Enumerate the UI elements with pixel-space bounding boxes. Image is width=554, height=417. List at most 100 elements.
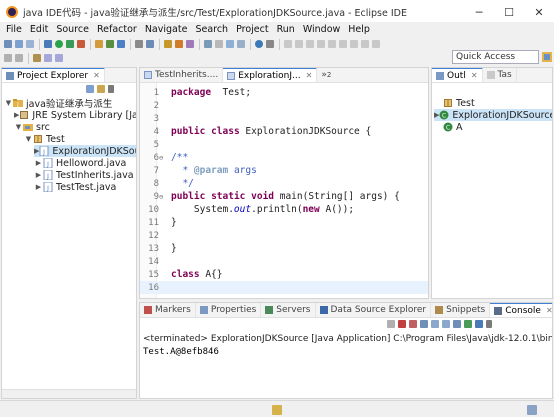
code-line[interactable]: 9 ⊖ public static void main(String[] args)… bbox=[140, 190, 428, 203]
save-all-icon[interactable] bbox=[26, 40, 34, 48]
new-class-icon[interactable] bbox=[117, 40, 125, 48]
outline-item[interactable]: ▶ C ExplorationJDKSource bbox=[434, 109, 552, 121]
close-icon[interactable]: ✕ bbox=[546, 306, 552, 315]
quick-access-input[interactable]: Quick Access bbox=[452, 50, 539, 64]
code-line[interactable]: 14 bbox=[140, 255, 428, 268]
outline-item[interactable]: Test bbox=[434, 97, 552, 109]
fold-toggle-icon[interactable]: ⊖ bbox=[159, 154, 165, 162]
close-icon[interactable]: ✕ bbox=[306, 71, 313, 80]
step-return-icon[interactable] bbox=[361, 40, 369, 48]
new-icon[interactable] bbox=[4, 40, 12, 48]
open-console-icon[interactable] bbox=[474, 320, 483, 328]
status-tasks-icon[interactable] bbox=[272, 405, 282, 415]
tab-tasks[interactable]: Tas bbox=[483, 68, 517, 82]
code-line[interactable]: 6 ⊖ /** bbox=[140, 151, 428, 164]
chevron-down-icon[interactable]: ▼ bbox=[14, 123, 23, 131]
open-type-icon[interactable] bbox=[135, 40, 143, 48]
tab-explorationjdk[interactable]: ExplorationJ... ✕ bbox=[223, 68, 318, 82]
menu-help[interactable]: Help bbox=[348, 24, 370, 35]
scroll-lock-icon[interactable] bbox=[430, 320, 439, 328]
pin-console-icon[interactable] bbox=[452, 320, 461, 328]
menu-refactor[interactable]: Refactor bbox=[97, 24, 137, 35]
debug-icon[interactable] bbox=[44, 40, 52, 48]
minimize-button[interactable]: ─ bbox=[464, 0, 494, 24]
remove-launch-icon[interactable] bbox=[397, 320, 406, 328]
menu-run[interactable]: Run bbox=[277, 24, 295, 35]
tab-overflow[interactable]: » 2 bbox=[317, 68, 335, 82]
tab-snippets[interactable]: Snippets bbox=[431, 303, 491, 317]
tab-markers[interactable]: Markers bbox=[140, 303, 196, 317]
annotation-icon[interactable] bbox=[186, 40, 194, 48]
show-whitespace-icon[interactable] bbox=[237, 40, 245, 48]
menu-source[interactable]: Source bbox=[56, 24, 89, 35]
code-line[interactable]: 8 */ bbox=[140, 177, 428, 190]
step-over-icon[interactable] bbox=[350, 40, 358, 48]
code-line[interactable]: 12 bbox=[140, 229, 428, 242]
save-icon[interactable] bbox=[15, 40, 23, 48]
code-line[interactable]: 1 package Test; bbox=[140, 86, 428, 99]
last-edit-icon[interactable] bbox=[33, 54, 41, 62]
code-line[interactable]: 15 class A{} bbox=[140, 268, 428, 281]
view-menu-icon[interactable] bbox=[107, 85, 114, 93]
tab-testinherits[interactable]: TestInherits.... bbox=[140, 68, 224, 82]
code-area[interactable]: 1 package Test; 2 3 4 public class Exploratio… bbox=[140, 83, 428, 298]
chevron-right-icon[interactable]: ▶ bbox=[34, 159, 43, 167]
block-selection-icon[interactable] bbox=[226, 40, 234, 48]
step-into-icon[interactable] bbox=[339, 40, 347, 48]
terminate-icon[interactable] bbox=[386, 320, 395, 328]
close-button[interactable]: ✕ bbox=[524, 0, 554, 24]
chevron-down-icon[interactable]: ▼ bbox=[4, 99, 13, 107]
menu-navigate[interactable]: Navigate bbox=[145, 24, 188, 35]
web-browser-icon[interactable] bbox=[255, 40, 263, 48]
clear-console-icon[interactable] bbox=[419, 320, 428, 328]
external-tools-icon[interactable] bbox=[77, 40, 85, 48]
console-icon-tb[interactable] bbox=[266, 40, 274, 48]
resume-icon[interactable] bbox=[295, 40, 303, 48]
tab-project-explorer[interactable]: Project Explorer ✕ bbox=[2, 68, 105, 82]
tree-item[interactable]: ▼ src bbox=[14, 121, 136, 133]
new-package-icon[interactable] bbox=[106, 40, 114, 48]
next-annotation-icon[interactable] bbox=[4, 54, 12, 62]
tree-item[interactable]: ▶ J TestTest.java bbox=[34, 181, 136, 193]
chevron-right-icon[interactable]: ▶ bbox=[34, 171, 43, 179]
tree-item[interactable]: ▶JRE System Library [JavaS bbox=[14, 109, 136, 121]
outline-item[interactable]: CA bbox=[434, 121, 552, 133]
tree-item[interactable]: ▼ Jjava验证继承与派生 bbox=[4, 97, 136, 110]
new-java-project-icon[interactable] bbox=[95, 40, 103, 48]
menu-project[interactable]: Project bbox=[236, 24, 269, 35]
close-icon[interactable]: ✕ bbox=[471, 71, 478, 80]
code-line[interactable]: 7 * @param args bbox=[140, 164, 428, 177]
toggle-mark-icon[interactable] bbox=[215, 40, 223, 48]
code-line[interactable]: 2 bbox=[140, 99, 428, 112]
close-icon[interactable]: ✕ bbox=[93, 71, 100, 80]
link-with-editor-icon[interactable] bbox=[96, 85, 105, 93]
code-line[interactable]: 4 public class ExplorationJDKSource { bbox=[140, 125, 428, 138]
maximize-button[interactable]: ☐ bbox=[494, 0, 524, 24]
back-icon[interactable] bbox=[44, 54, 52, 62]
code-line[interactable]: 11} bbox=[140, 216, 428, 229]
menu-file[interactable]: File bbox=[6, 24, 22, 35]
previous-annotation-icon[interactable] bbox=[15, 54, 23, 62]
terminate-icon[interactable] bbox=[317, 40, 325, 48]
tree-item[interactable]: ▶ J TestInherits.java bbox=[34, 169, 136, 181]
open-folder-icon[interactable] bbox=[164, 40, 172, 48]
tab-properties[interactable]: Properties bbox=[196, 303, 262, 317]
run-icon[interactable] bbox=[55, 40, 63, 48]
tab-outline[interactable]: Outl ✕ bbox=[432, 68, 483, 82]
status-progress-icon[interactable] bbox=[527, 405, 537, 415]
code-line[interactable]: 10 System.out.println(new A()); bbox=[140, 203, 428, 216]
code-line[interactable]: 13} bbox=[140, 242, 428, 255]
search-icon[interactable] bbox=[146, 40, 154, 48]
coverage-icon[interactable] bbox=[66, 40, 74, 48]
menu-search[interactable]: Search bbox=[195, 24, 228, 35]
java-perspective-icon[interactable] bbox=[541, 50, 553, 64]
remove-all-icon[interactable] bbox=[408, 320, 417, 328]
fold-toggle-icon[interactable]: ⊖ bbox=[159, 193, 165, 201]
pin-icon[interactable] bbox=[204, 40, 212, 48]
suspend-icon[interactable] bbox=[306, 40, 314, 48]
display-selected-console-icon[interactable] bbox=[463, 320, 472, 328]
view-menu-icon[interactable] bbox=[485, 320, 492, 328]
word-wrap-icon[interactable] bbox=[441, 320, 450, 328]
task-icon[interactable] bbox=[175, 40, 183, 48]
skip-breakpoints-icon[interactable] bbox=[284, 40, 292, 48]
